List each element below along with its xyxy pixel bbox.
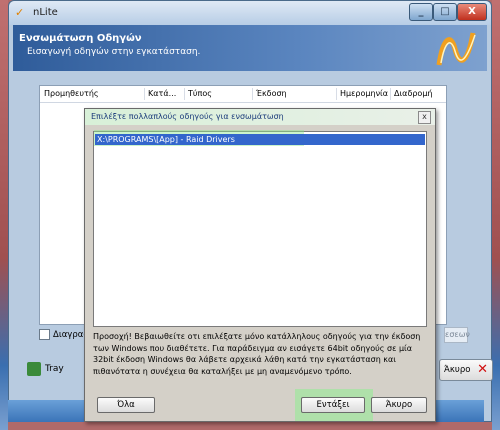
partial-right-button: εσεων bbox=[444, 327, 470, 343]
column-date[interactable]: Ημερομηνία bbox=[340, 89, 388, 98]
driver-folder-list[interactable]: X:\PROGRAMS\[App] - Raid Drivers bbox=[93, 130, 427, 327]
column-separator bbox=[144, 88, 145, 100]
maximize-button[interactable]: □ bbox=[433, 3, 457, 21]
column-version[interactable]: Έκδοση bbox=[256, 89, 287, 98]
tray-icon bbox=[27, 361, 41, 376]
desktop-right-edge bbox=[492, 0, 500, 430]
main-cancel-label: Άκυρο bbox=[444, 365, 471, 375]
nlite-logo-icon bbox=[436, 32, 476, 66]
page-title: Ενσωμάτωση Οδηγών bbox=[19, 33, 142, 44]
driver-select-dialog: Επιλέξτε πολλαπλούς οδηγούς για ενσωμάτω… bbox=[84, 108, 436, 422]
dialog-close-button[interactable]: x bbox=[418, 111, 431, 124]
column-separator bbox=[336, 88, 337, 100]
column-vendor[interactable]: Προμηθευτής bbox=[44, 89, 99, 98]
page-subtitle: Εισαγωγή οδηγών στην εγκατάσταση. bbox=[27, 47, 201, 57]
title-bar[interactable]: ✓ nLite _ □ X bbox=[9, 1, 491, 25]
dialog-cancel-button[interactable]: Άκυρο bbox=[371, 397, 427, 413]
main-cancel-button[interactable]: Άκυρο ✕ bbox=[439, 359, 493, 381]
list-item[interactable]: X:\PROGRAMS\[App] - Raid Drivers bbox=[95, 134, 425, 145]
delete-checkbox[interactable] bbox=[39, 329, 50, 340]
column-type[interactable]: Τύπος bbox=[188, 89, 212, 98]
warning-text: Προσοχή! Βεβαιωθείτε οτι επιλέξατε μόνο … bbox=[93, 332, 421, 376]
close-button[interactable]: X bbox=[457, 3, 487, 21]
tray-label: Tray bbox=[45, 364, 64, 374]
column-header-row: Προμηθευτής Κατά... Τύπος Έκδοση Ημερομη… bbox=[40, 86, 446, 103]
minimize-button[interactable]: _ bbox=[409, 3, 433, 21]
dialog-title: Επιλέξτε πολλαπλούς οδηγούς για ενσωμάτω… bbox=[91, 112, 284, 121]
page-header: Ενσωμάτωση Οδηγών Εισαγωγή οδηγών στην ε… bbox=[13, 25, 487, 71]
column-separator bbox=[390, 88, 391, 100]
tray-button[interactable]: Tray bbox=[27, 358, 64, 380]
nlite-app-icon: ✓ bbox=[15, 6, 25, 19]
window-title: nLite bbox=[33, 7, 58, 18]
column-separator bbox=[184, 88, 185, 100]
select-all-button[interactable]: Όλα bbox=[97, 397, 155, 413]
column-path[interactable]: Διαδρομή bbox=[394, 89, 432, 98]
column-category[interactable]: Κατά... bbox=[148, 89, 176, 98]
delete-checkbox-row[interactable]: Διαγραφ bbox=[39, 329, 89, 340]
cancel-x-icon: ✕ bbox=[477, 362, 488, 377]
ok-button[interactable]: Εντάξει bbox=[301, 397, 365, 413]
column-separator bbox=[252, 88, 253, 100]
dialog-title-bar[interactable]: Επιλέξτε πολλαπλούς οδηγούς για ενσωμάτω… bbox=[85, 109, 435, 125]
desktop-left-edge bbox=[0, 0, 8, 430]
